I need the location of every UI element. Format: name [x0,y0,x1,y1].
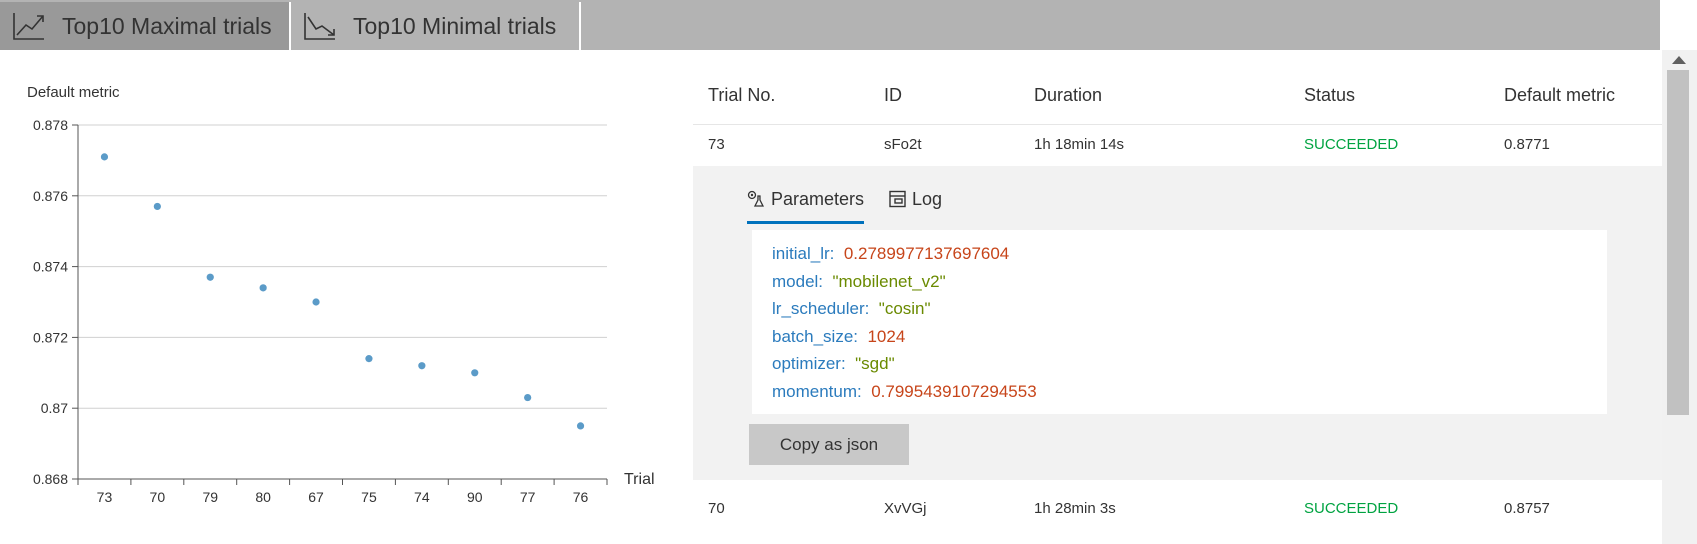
cell-duration: 1h 18min 14s [1034,136,1125,153]
x-tick-label: 67 [308,489,324,505]
param-batch-size: batch_size: 1024 [772,323,1587,351]
param-optimizer: optimizer: "sgd" [772,350,1587,378]
tab-label: Top10 Maximal trials [62,12,272,39]
param-key: model: [772,271,824,291]
x-tick-label: 76 [573,489,589,505]
param-value: 0.7995439107294553 [871,381,1037,401]
param-value: "sgd" [855,354,895,373]
tab-top10-maximal[interactable]: Top10 Maximal trials [0,2,289,50]
y-tick-label: 0.878 [33,117,68,133]
x-tick-label: 73 [97,489,113,505]
table-header: Trial No. ID Duration Status Default met… [693,50,1662,125]
data-point [206,273,214,281]
status-badge: SUCCEEDED [1304,136,1399,153]
y-tick-label: 0.876 [33,188,68,204]
data-point [418,362,426,370]
cell-default-metric: 0.8771 [1504,136,1550,153]
x-tick-label: 75 [361,489,377,505]
header-trial-no[interactable]: Trial No. [708,85,775,106]
y-tick-label: 0.87 [41,400,68,416]
cell-id: sFo2t [884,136,922,153]
cell-trial-no: 73 [708,136,725,153]
param-value: "cosin" [878,299,931,318]
log-icon [889,190,906,208]
param-momentum: momentum: 0.7995439107294553 [772,378,1587,406]
data-point [524,393,532,402]
default-metric-chart: 0.868 0.87 0.872 0.874 0.876 0.878 73 70 79 80 67 7… [0,50,680,544]
y-tick-label: 0.874 [33,259,68,275]
param-key: lr_scheduler: [772,299,870,318]
trials-tab-bar: Top10 Maximal trials Top10 Minimal trial… [0,0,1660,50]
cell-id: XvVGj [884,500,927,517]
param-value: 0.2789977137697604 [843,244,1010,263]
status-badge: SUCCEEDED [1304,500,1399,517]
tab-top10-minimal[interactable]: Top10 Minimal trials [291,2,579,50]
x-tick-label: 79 [202,489,218,505]
param-value: 1024 [867,326,906,346]
tab-label: Log [912,188,943,209]
data-point [471,369,479,377]
header-id[interactable]: ID [884,85,902,106]
trend-up-icon [13,13,44,40]
data-point [153,202,161,211]
data-point [259,284,267,292]
parameters-icon [747,190,765,207]
cell-duration: 1h 28min 3s [1034,500,1116,517]
y-tick-label: 0.872 [33,329,68,345]
data-point [312,298,320,306]
table-row[interactable]: 70 XvVGj 1h 28min 3s SUCCEEDED 0.8757 [693,490,1662,530]
trial-detail-panel: Parameters Log initial_lr: 0.27899771376… [693,166,1662,480]
y-tick-label: 0.868 [33,471,68,487]
tab-label: Parameters [770,188,864,209]
data-point [365,355,373,363]
param-key: batch_size: [772,326,858,346]
cell-trial-no: 70 [708,500,725,517]
copy-as-json-button[interactable]: Copy as json [749,424,909,465]
param-value: "mobilenet_v2" [832,271,946,291]
parameters-view: initial_lr: 0.2789977137697604 model: "m… [752,230,1607,414]
trials-table: Trial No. ID Duration Status Default met… [693,50,1662,544]
tab-divider [579,2,581,50]
cell-default-metric: 0.8757 [1504,500,1550,517]
x-axis-label: Trial [624,471,655,488]
scrollbar-thumb[interactable] [1667,70,1689,415]
data-point [576,422,585,430]
x-tick-label: 77 [520,489,536,505]
tab-log[interactable]: Log [888,176,948,222]
trend-down-icon [304,13,335,40]
x-tick-label: 80 [255,489,271,505]
param-key: optimizer: [772,354,846,373]
scatter-plot: 0.868 0.87 0.872 0.874 0.876 0.878 73 70 79 80 67 7… [27,84,655,505]
data-point [100,153,109,161]
header-status[interactable]: Status [1304,85,1355,106]
tab-label: Top10 Minimal trials [353,12,557,39]
table-row[interactable]: 73 sFo2t 1h 18min 14s SUCCEEDED 0.8771 [693,126,1662,166]
scroll-up-arrow-icon[interactable] [1672,56,1686,64]
header-duration[interactable]: Duration [1034,85,1102,106]
param-key: momentum: [772,381,862,401]
param-lr-scheduler: lr_scheduler: "cosin" [772,295,1587,323]
x-tick-label: 74 [414,489,430,505]
x-tick-label: 70 [150,489,166,505]
tab-parameters[interactable]: Parameters [747,176,864,224]
param-initial-lr: initial_lr: 0.2789977137697604 [772,240,1587,268]
y-axis-label: Default metric [27,84,120,101]
header-default-metric[interactable]: Default metric [1504,85,1615,106]
vertical-scrollbar[interactable] [1662,50,1697,544]
param-key: initial_lr: [772,244,835,263]
x-tick-label: 90 [467,489,483,505]
param-model: model: "mobilenet_v2" [772,268,1587,296]
